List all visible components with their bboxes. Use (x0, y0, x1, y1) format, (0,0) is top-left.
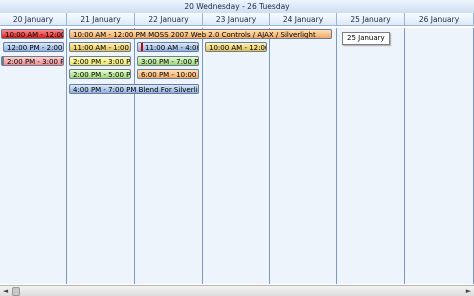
day-column-25[interactable] (337, 28, 405, 284)
date-tooltip: 25 January (342, 32, 390, 45)
day-header-24-january[interactable]: 24 January (270, 13, 337, 26)
day-column-26[interactable] (405, 28, 474, 284)
day-column-22[interactable] (135, 28, 203, 284)
flag-marker-icon (141, 43, 143, 51)
appointment-moss-2007[interactable]: 10:00 AM - 12:00 PM MOSS 2007 Web 2.0 Co… (69, 29, 332, 39)
appointment[interactable]: 2:00 PM - 5:00 PM (69, 69, 131, 79)
appointment[interactable]: 2:00 PM - 3:00 PM (1, 56, 64, 66)
calendar-grid[interactable]: 10:00 AM - 12:00 P 12:00 PM - 2:00 PM 2:… (0, 28, 474, 284)
appointment[interactable]: 11:00 AM - 4:00 PM (137, 42, 199, 52)
appointment[interactable]: 12:00 PM - 2:00 PM (3, 42, 64, 52)
day-column-20[interactable] (0, 28, 67, 284)
day-column-21[interactable] (67, 28, 135, 284)
appointment[interactable]: 10:00 AM - 12:00 P (205, 42, 267, 52)
appointment[interactable]: 10:00 AM - 12:00 P (1, 29, 64, 39)
day-header-20-january[interactable]: 20 January (0, 13, 67, 26)
day-header-26-january[interactable]: 26 January (405, 13, 474, 26)
horizontal-scrollbar[interactable]: ◄ ► (0, 285, 474, 296)
day-header-21-january[interactable]: 21 January (67, 13, 135, 26)
appointment[interactable]: 11:00 AM - 1:00 PM (69, 42, 131, 52)
appointment-blend-for-silverlight[interactable]: 4:00 PM - 7:00 PM Blend For Silverlight … (69, 84, 199, 94)
date-range-title: 20 Wednesday - 26 Tuesday (0, 0, 474, 14)
appointment[interactable]: 6:00 PM - 10:00 PM (137, 69, 199, 79)
appointment[interactable]: 3:00 PM - 7:00 PM (137, 56, 199, 66)
day-column-24[interactable] (270, 28, 337, 284)
appointment[interactable]: 2:00 PM - 3:00 PM (69, 56, 131, 66)
day-header-row: 20 January 21 January 22 January 23 Janu… (0, 13, 474, 27)
day-column-23[interactable] (203, 28, 270, 284)
day-header-25-january[interactable]: 25 January (337, 13, 405, 26)
day-header-22-january[interactable]: 22 January (135, 13, 203, 26)
day-header-23-january[interactable]: 23 January (203, 13, 270, 26)
